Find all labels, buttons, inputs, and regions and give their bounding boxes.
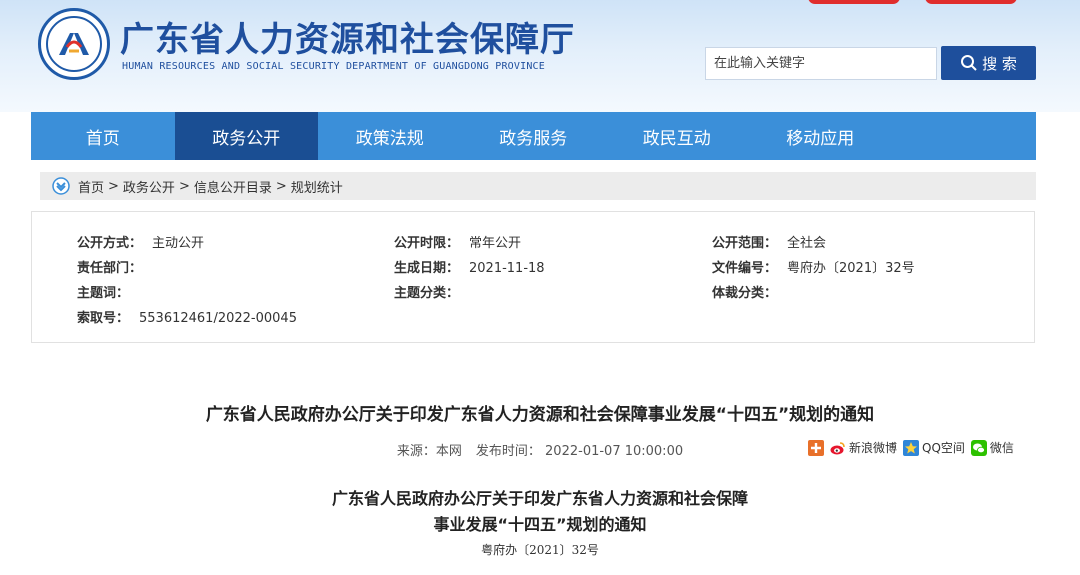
meta-value: 主动公开 [152, 236, 205, 251]
share-weibo-button[interactable]: 新浪微博 [830, 439, 897, 456]
meta-generated-date: 生成日期： 2021-11-18 [394, 257, 545, 276]
site-logo[interactable] [38, 8, 110, 80]
document-heading-line-2: 事业发展“十四五”规划的通知 [433, 515, 647, 534]
main-nav: 首页 政务公开 政策法规 政务服务 政民互动 移动应用 [31, 112, 1036, 160]
breadcrumb-government-affairs[interactable]: 政务公开 [123, 177, 175, 196]
qzone-star-icon [903, 439, 920, 456]
search-button-label: 搜 索 [982, 54, 1017, 73]
breadcrumb-separator: > [178, 178, 190, 194]
meta-genre-category: 体裁分类： [712, 282, 787, 301]
logo-emblem-icon [59, 33, 89, 55]
meta-disclosure-scope: 公开范围： 全社会 [712, 232, 826, 251]
document-metadata-panel: 公开方式： 主动公开 公开时限： 常年公开 公开范围： 全社会 责任部门： 生成日期：… [31, 211, 1035, 343]
meta-value: 2021-11-18 [469, 261, 545, 276]
nav-government-services[interactable]: 政务服务 [462, 112, 606, 160]
meta-value: 全社会 [787, 236, 827, 251]
nav-policy-regulations[interactable]: 政策法规 [318, 112, 462, 160]
meta-disclosure-method: 公开方式： 主动公开 [77, 232, 204, 251]
breadcrumb-info-directory[interactable]: 信息公开目录 [194, 177, 272, 196]
share-weibo-label: 新浪微博 [849, 441, 898, 455]
share-wechat-button[interactable]: 微信 [970, 439, 1014, 456]
meta-disclosure-period: 公开时限： 常年公开 [394, 232, 521, 251]
nav-public-interaction[interactable]: 政民互动 [605, 112, 749, 160]
article-publish-time: 发布时间： 2022-01-07 10:00:00 [475, 444, 684, 459]
breadcrumb-separator: > [275, 178, 287, 194]
breadcrumb-planning-statistics[interactable]: 规划统计 [291, 177, 343, 196]
document-number: 粤府办〔2021〕32号 [481, 543, 599, 557]
share-bar: 新浪微博 QQ空间 微信 [808, 439, 1014, 456]
breadcrumb: 首页 > 政务公开 > 信息公开目录 > 规划统计 [40, 172, 1036, 200]
meta-label: 索取号： [77, 311, 130, 326]
meta-value: 粤府办〔2021〕32号 [787, 261, 915, 276]
top-banner-tab-left[interactable] [808, 0, 900, 4]
share-qzone-label: QQ空间 [922, 441, 965, 455]
nav-mobile-apps[interactable]: 移动应用 [749, 112, 893, 160]
plus-icon [808, 439, 824, 456]
meta-index-number: 索取号： 553612461/2022-00045 [77, 307, 297, 326]
top-banner-tab-right[interactable] [925, 0, 1017, 4]
meta-label: 体裁分类： [712, 286, 778, 301]
meta-subject-words: 主题词： [77, 282, 139, 301]
document-heading: 广东省人民政府办公厅关于印发广东省人力资源和社会保障 事业发展“十四五”规划的通… [0, 486, 1080, 538]
meta-responsible-dept: 责任部门： [77, 257, 152, 276]
meta-label: 文件编号： [712, 261, 778, 276]
meta-subject-category: 主题分类： [394, 282, 469, 301]
meta-label: 主题分类： [394, 286, 460, 301]
meta-label: 生成日期： [394, 261, 460, 276]
document-heading-line-1: 广东省人民政府办公厅关于印发广东省人力资源和社会保障 [331, 489, 748, 508]
nav-home[interactable]: 首页 [31, 112, 175, 160]
meta-label: 主题词： [77, 286, 130, 301]
site-title: 广东省人力资源和社会保障厅 [120, 20, 575, 60]
search-icon [961, 55, 977, 71]
meta-value: 常年公开 [469, 236, 522, 251]
breadcrumb-separator: > [108, 178, 119, 194]
meta-label: 责任部门： [77, 261, 143, 276]
site-subtitle: HUMAN RESOURCES AND SOCIAL SECURITY DEPA… [122, 61, 545, 72]
meta-file-number: 文件编号： 粤府办〔2021〕32号 [712, 257, 915, 276]
meta-value: 553612461/2022-00045 [139, 311, 297, 326]
search-button[interactable]: 搜 索 [941, 46, 1036, 80]
article-source: 来源：本网 [396, 444, 462, 459]
meta-label: 公开方式： [77, 236, 143, 251]
location-arrow-icon [52, 177, 70, 195]
weibo-icon [830, 441, 845, 454]
nav-government-affairs[interactable]: 政务公开 [174, 112, 318, 160]
share-more-button[interactable] [808, 439, 824, 456]
search-input[interactable] [705, 47, 937, 80]
share-wechat-label: 微信 [989, 441, 1014, 455]
article-title: 广东省人民政府办公厅关于印发广东省人力资源和社会保障事业发展“十四五”规划的通知 [205, 405, 875, 425]
meta-label: 公开时限： [394, 236, 460, 251]
share-qzone-button[interactable]: QQ空间 [903, 439, 965, 456]
breadcrumb-home[interactable]: 首页 [78, 177, 104, 196]
meta-label: 公开范围： [712, 236, 778, 251]
wechat-icon [970, 439, 987, 456]
